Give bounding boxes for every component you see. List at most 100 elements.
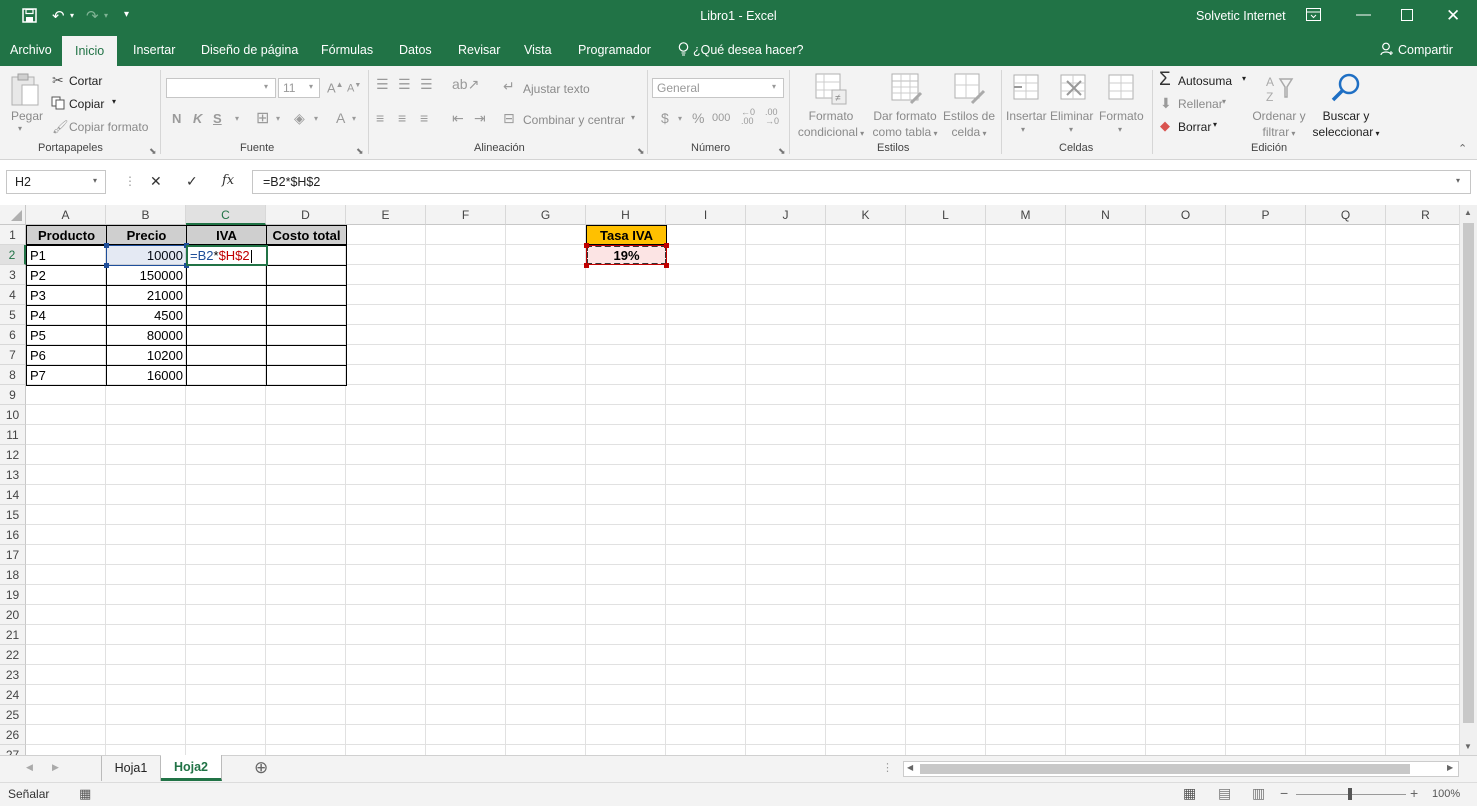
- row-header-1[interactable]: 1: [0, 225, 26, 245]
- table-cell-producto[interactable]: P2: [26, 265, 107, 286]
- clipboard-launcher-icon[interactable]: ⬊: [149, 146, 157, 157]
- zoom-in-icon[interactable]: +: [1410, 785, 1418, 801]
- table-cell-iva[interactable]: [186, 285, 267, 306]
- scroll-left-icon[interactable]: ◀: [907, 763, 913, 772]
- column-header-f[interactable]: F: [426, 205, 506, 225]
- row-header-14[interactable]: 14: [0, 485, 26, 505]
- font-name-box[interactable]: [166, 78, 276, 98]
- worksheet-grid[interactable]: ABCDEFGHIJKLMNOPQR 1 2 3 4 5 6 7 8 9 10 11 12 13 14 15…: [0, 205, 1459, 755]
- table-cell-precio[interactable]: 4500: [106, 305, 187, 326]
- select-all-corner[interactable]: [0, 205, 26, 225]
- scroll-right-icon[interactable]: ▶: [1447, 763, 1453, 772]
- row-header-12[interactable]: 12: [0, 445, 26, 465]
- sheet-tab-hoja2[interactable]: Hoja2: [161, 755, 222, 781]
- column-header-h[interactable]: H: [586, 205, 666, 225]
- copy-button[interactable]: Copiar: [69, 97, 104, 111]
- tell-me-search[interactable]: ¿Qué desea hacer?: [693, 43, 804, 57]
- table-cell-precio[interactable]: 10200: [106, 345, 187, 366]
- font-size-dropdown-icon[interactable]: ▾: [309, 82, 313, 91]
- vertical-scrollbar[interactable]: ▲ ▼: [1459, 205, 1477, 755]
- row-header-18[interactable]: 18: [0, 565, 26, 585]
- column-header-n[interactable]: N: [1066, 205, 1146, 225]
- header-producto[interactable]: Producto: [26, 225, 107, 245]
- row-header-13[interactable]: 13: [0, 465, 26, 485]
- row-header-19[interactable]: 19: [0, 585, 26, 605]
- table-cell-costo-total[interactable]: [266, 325, 347, 346]
- column-header-j[interactable]: J: [746, 205, 826, 225]
- column-header-k[interactable]: K: [826, 205, 906, 225]
- table-cell-producto[interactable]: P1: [26, 245, 107, 266]
- formula-input[interactable]: =B2*$H$2 ▾: [252, 170, 1471, 194]
- sheet-tab-hoja1[interactable]: Hoja1: [101, 756, 161, 781]
- row-header-23[interactable]: 23: [0, 665, 26, 685]
- formula-bar-splitter-icon[interactable]: ⋮: [124, 174, 136, 188]
- table-cell-costo-total[interactable]: [266, 285, 347, 306]
- autosum-dropdown-icon[interactable]: ▾: [1242, 74, 1246, 83]
- tab-inicio[interactable]: Inicio: [62, 36, 118, 66]
- row-header-4[interactable]: 4: [0, 285, 26, 305]
- column-header-l[interactable]: L: [906, 205, 986, 225]
- column-header-o[interactable]: O: [1146, 205, 1226, 225]
- tab-vista[interactable]: Vista: [524, 43, 552, 57]
- table-cell-iva[interactable]: [186, 345, 267, 366]
- tab-revisar[interactable]: Revisar: [458, 43, 500, 57]
- column-header-r[interactable]: R: [1386, 205, 1459, 225]
- row-header-25[interactable]: 25: [0, 705, 26, 725]
- ribbon-display-options-icon[interactable]: [1306, 8, 1321, 25]
- font-launcher-icon[interactable]: ⬊: [356, 146, 364, 157]
- new-sheet-icon[interactable]: ⊕: [254, 758, 268, 778]
- table-cell-precio[interactable]: 150000: [106, 265, 187, 286]
- enter-formula-button[interactable]: ✓: [186, 173, 198, 190]
- number-format-dropdown-icon[interactable]: ▾: [772, 82, 776, 91]
- row-header-11[interactable]: 11: [0, 425, 26, 445]
- rate-header-cell[interactable]: Tasa IVA: [586, 225, 667, 245]
- ref-handle[interactable]: [664, 243, 669, 248]
- column-header-c[interactable]: C: [186, 205, 266, 225]
- row-header-22[interactable]: 22: [0, 645, 26, 665]
- tab-splitter-icon[interactable]: ⋮: [882, 761, 893, 774]
- cancel-formula-button[interactable]: ✕: [150, 173, 162, 190]
- ref-handle[interactable]: [584, 263, 589, 268]
- share-person-icon[interactable]: [1380, 42, 1394, 59]
- row-header-10[interactable]: 10: [0, 405, 26, 425]
- row-header-5[interactable]: 5: [0, 305, 26, 325]
- number-format-box[interactable]: General: [652, 78, 784, 98]
- expand-formula-bar-icon[interactable]: ▾: [1456, 176, 1460, 185]
- zoom-out-icon[interactable]: −: [1280, 785, 1288, 801]
- prev-sheet-icon[interactable]: ◀: [26, 762, 33, 773]
- horizontal-scroll-thumb[interactable]: [920, 764, 1410, 774]
- table-cell-producto[interactable]: P7: [26, 365, 107, 386]
- vertical-scroll-thumb[interactable]: [1463, 223, 1474, 723]
- column-header-d[interactable]: D: [266, 205, 346, 225]
- scroll-up-icon[interactable]: ▲: [1464, 208, 1472, 217]
- row-header-16[interactable]: 16: [0, 525, 26, 545]
- table-cell-producto[interactable]: P5: [26, 325, 107, 346]
- table-cell-costo-total[interactable]: [266, 365, 347, 386]
- close-icon[interactable]: ✕: [1446, 6, 1460, 26]
- font-size-box[interactable]: 11: [278, 78, 320, 98]
- table-cell-costo-total[interactable]: [266, 305, 347, 326]
- column-header-b[interactable]: B: [106, 205, 186, 225]
- ref-handle[interactable]: [104, 263, 109, 268]
- clear-button[interactable]: Borrar: [1178, 120, 1211, 134]
- name-box[interactable]: H2 ▾: [6, 170, 106, 194]
- autosum-button[interactable]: Autosuma: [1178, 74, 1232, 88]
- row-header-7[interactable]: 7: [0, 345, 26, 365]
- tab-archivo[interactable]: Archivo: [10, 43, 52, 57]
- header-costo-total[interactable]: Costo total: [266, 225, 347, 245]
- row-header-24[interactable]: 24: [0, 685, 26, 705]
- row-header-3[interactable]: 3: [0, 265, 26, 285]
- column-header-g[interactable]: G: [506, 205, 586, 225]
- table-cell-producto[interactable]: P4: [26, 305, 107, 326]
- row-header-2[interactable]: 2: [0, 245, 26, 265]
- paste-button[interactable]: Pegar: [11, 108, 43, 124]
- paste-dropdown-icon[interactable]: ▾: [18, 121, 22, 137]
- minimize-icon[interactable]: —: [1356, 6, 1371, 23]
- row-header-27[interactable]: 27: [0, 745, 26, 755]
- horizontal-scrollbar[interactable]: ◀ ▶: [903, 761, 1459, 777]
- font-name-dropdown-icon[interactable]: ▾: [264, 82, 268, 91]
- header-precio[interactable]: Precio: [106, 225, 187, 245]
- table-cell-producto[interactable]: P3: [26, 285, 107, 306]
- row-header-6[interactable]: 6: [0, 325, 26, 345]
- table-cell-iva[interactable]: [186, 365, 267, 386]
